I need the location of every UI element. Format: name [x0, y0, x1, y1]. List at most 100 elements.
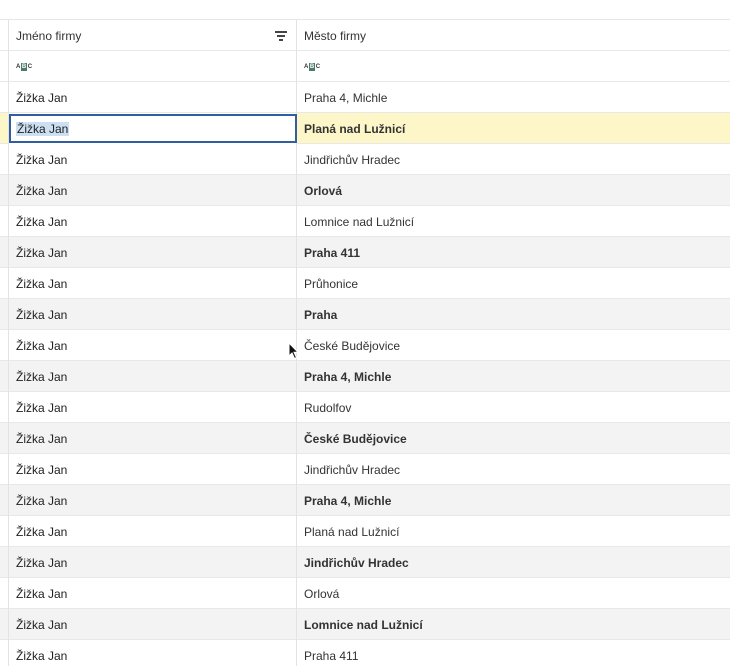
table-row[interactable]: Žižka Jan Praha 411 [0, 640, 730, 666]
cell-text: Žižka Jan [16, 245, 68, 260]
cell-text: Žižka Jan [16, 152, 68, 167]
cell-text: Žižka Jan [16, 400, 68, 415]
cell-mesto-firmy[interactable]: Lomnice nad Lužnicí [297, 609, 730, 640]
cell-mesto-firmy[interactable]: Praha 411 [297, 237, 730, 268]
cell-jmeno-firmy[interactable]: Žižka Jan [9, 113, 297, 144]
cell-jmeno-firmy[interactable]: Žižka Jan [9, 578, 297, 609]
cell-jmeno-firmy[interactable]: Žižka Jan [9, 392, 297, 423]
table-row[interactable]: Žižka Jan Planá nad Lužnicí [0, 516, 730, 547]
table-row[interactable]: Žižka Jan Orlová [0, 578, 730, 609]
cell-jmeno-firmy[interactable]: Žižka Jan [9, 299, 297, 330]
cell-mesto-firmy[interactable]: Praha 411 [297, 640, 730, 666]
cell-text: Žižka Jan [16, 90, 68, 105]
cell-jmeno-firmy[interactable]: Žižka Jan [9, 82, 297, 113]
abc-type-icon-c: C [27, 63, 33, 70]
grid-header-row: Jméno firmy Město firmy [0, 20, 730, 51]
cell-jmeno-firmy[interactable]: Žižka Jan [9, 144, 297, 175]
row-gutter [0, 640, 9, 666]
cell-mesto-firmy[interactable]: Praha 4, Michle [297, 485, 730, 516]
row-gutter [0, 144, 9, 175]
cell-jmeno-firmy[interactable]: Žižka Jan [9, 485, 297, 516]
cell-mesto-firmy[interactable]: Jindřichův Hradec [297, 547, 730, 578]
table-row[interactable]: Žižka Jan Orlová [0, 175, 730, 206]
cell-jmeno-firmy[interactable]: Žižka Jan [9, 237, 297, 268]
cell-text: Žižka Jan [16, 183, 68, 198]
table-row[interactable]: Žižka Jan Praha 4, Michle [0, 485, 730, 516]
table-row[interactable]: Žižka Jan Jindřichův Hradec [0, 454, 730, 485]
cell-text: Žižka Jan [16, 586, 68, 601]
row-gutter [0, 82, 9, 113]
cell-text: Praha 4, Michle [304, 90, 388, 105]
table-row[interactable]: Žižka Jan Jindřichův Hradec [0, 547, 730, 578]
cell-text: Lomnice nad Lužnicí [304, 617, 423, 632]
cell-mesto-firmy[interactable]: České Budějovice [297, 423, 730, 454]
cell-text: Jindřichův Hradec [304, 462, 401, 477]
cell-text: Planá nad Lužnicí [304, 121, 406, 136]
cell-jmeno-firmy[interactable]: Žižka Jan [9, 206, 297, 237]
cell-jmeno-firmy[interactable]: Žižka Jan [9, 361, 297, 392]
row-gutter [0, 547, 9, 578]
row-gutter [0, 113, 9, 144]
cell-text: Praha 4, Michle [304, 493, 392, 508]
cell-mesto-firmy[interactable]: Praha 4, Michle [297, 82, 730, 113]
cell-mesto-firmy[interactable]: Planá nad Lužnicí [297, 516, 730, 547]
abc-type-icon-c: C [315, 63, 321, 70]
column-type-row: ABC ABC [0, 51, 730, 82]
cell-mesto-firmy[interactable]: Jindřichův Hradec [297, 454, 730, 485]
cell-jmeno-firmy[interactable]: Žižka Jan [9, 175, 297, 206]
table-row[interactable]: Žižka Jan Praha 411 [0, 237, 730, 268]
cell-jmeno-firmy[interactable]: Žižka Jan [9, 423, 297, 454]
cell-mesto-firmy[interactable]: Praha 4, Michle [297, 361, 730, 392]
grid-toolbar-strip [0, 0, 730, 20]
cell-jmeno-firmy[interactable]: Žižka Jan [9, 609, 297, 640]
column-header-mesto-firmy[interactable]: Město firmy [297, 20, 730, 51]
cell-jmeno-firmy[interactable]: Žižka Jan [9, 330, 297, 361]
cell-mesto-firmy[interactable]: Rudolfov [297, 392, 730, 423]
cell-text: Žižka Jan [16, 493, 68, 508]
table-row[interactable]: Žižka Jan České Budějovice [0, 330, 730, 361]
cell-text: Rudolfov [304, 400, 352, 415]
cell-text: Žižka Jan [16, 555, 68, 570]
cell-mesto-firmy[interactable]: Orlová [297, 175, 730, 206]
cell-text: Žižka Jan [16, 617, 68, 632]
table-row[interactable]: Žižka Jan Průhonice [0, 268, 730, 299]
cell-mesto-firmy[interactable]: Planá nad Lužnicí [297, 113, 730, 144]
row-gutter [0, 423, 9, 454]
abc-type-icon: ABC [304, 62, 320, 72]
abc-type-icon-b: B [20, 62, 28, 71]
cell-jmeno-firmy[interactable]: Žižka Jan [9, 516, 297, 547]
table-row[interactable]: Žižka Jan Lomnice nad Lužnicí [0, 206, 730, 237]
cell-mesto-firmy[interactable]: Orlová [297, 578, 730, 609]
table-row[interactable]: Žižka Jan Praha [0, 299, 730, 330]
cell-jmeno-firmy[interactable]: Žižka Jan [9, 268, 297, 299]
abc-type-icon-b: B [308, 62, 316, 71]
cell-mesto-firmy[interactable]: Praha [297, 299, 730, 330]
cell-text: Žižka Jan [16, 369, 68, 384]
cell-mesto-firmy[interactable]: Jindřichův Hradec [297, 144, 730, 175]
table-row[interactable]: Žižka Jan Rudolfov [0, 392, 730, 423]
table-row[interactable]: Žižka Jan Jindřichův Hradec [0, 144, 730, 175]
filter-icon[interactable] [275, 31, 287, 41]
table-row[interactable]: Žižka Jan Praha 4, Michle [0, 361, 730, 392]
row-gutter [0, 454, 9, 485]
cell-mesto-firmy[interactable]: České Budějovice [297, 330, 730, 361]
cell-mesto-firmy[interactable]: Průhonice [297, 268, 730, 299]
cell-text: Praha 4, Michle [304, 369, 392, 384]
table-row[interactable]: Žižka Jan České Budějovice [0, 423, 730, 454]
cell-text: Žižka Jan [16, 121, 70, 136]
column-header-label: Jméno firmy [16, 28, 82, 43]
table-row[interactable]: Žižka Jan Lomnice nad Lužnicí [0, 609, 730, 640]
row-gutter [0, 578, 9, 609]
table-row[interactable]: Žižka Jan Planá nad Lužnicí [0, 113, 730, 144]
cell-text: Jindřichův Hradec [304, 555, 409, 570]
table-row[interactable]: Žižka Jan Praha 4, Michle [0, 82, 730, 113]
cell-jmeno-firmy[interactable]: Žižka Jan [9, 640, 297, 666]
cell-jmeno-firmy[interactable]: Žižka Jan [9, 547, 297, 578]
abc-type-icon-a: A [304, 63, 309, 70]
cell-text: České Budějovice [304, 338, 401, 353]
cell-jmeno-firmy[interactable]: Žižka Jan [9, 454, 297, 485]
row-gutter [0, 392, 9, 423]
column-header-jmeno-firmy[interactable]: Jméno firmy [9, 20, 297, 51]
row-gutter [0, 237, 9, 268]
cell-mesto-firmy[interactable]: Lomnice nad Lužnicí [297, 206, 730, 237]
